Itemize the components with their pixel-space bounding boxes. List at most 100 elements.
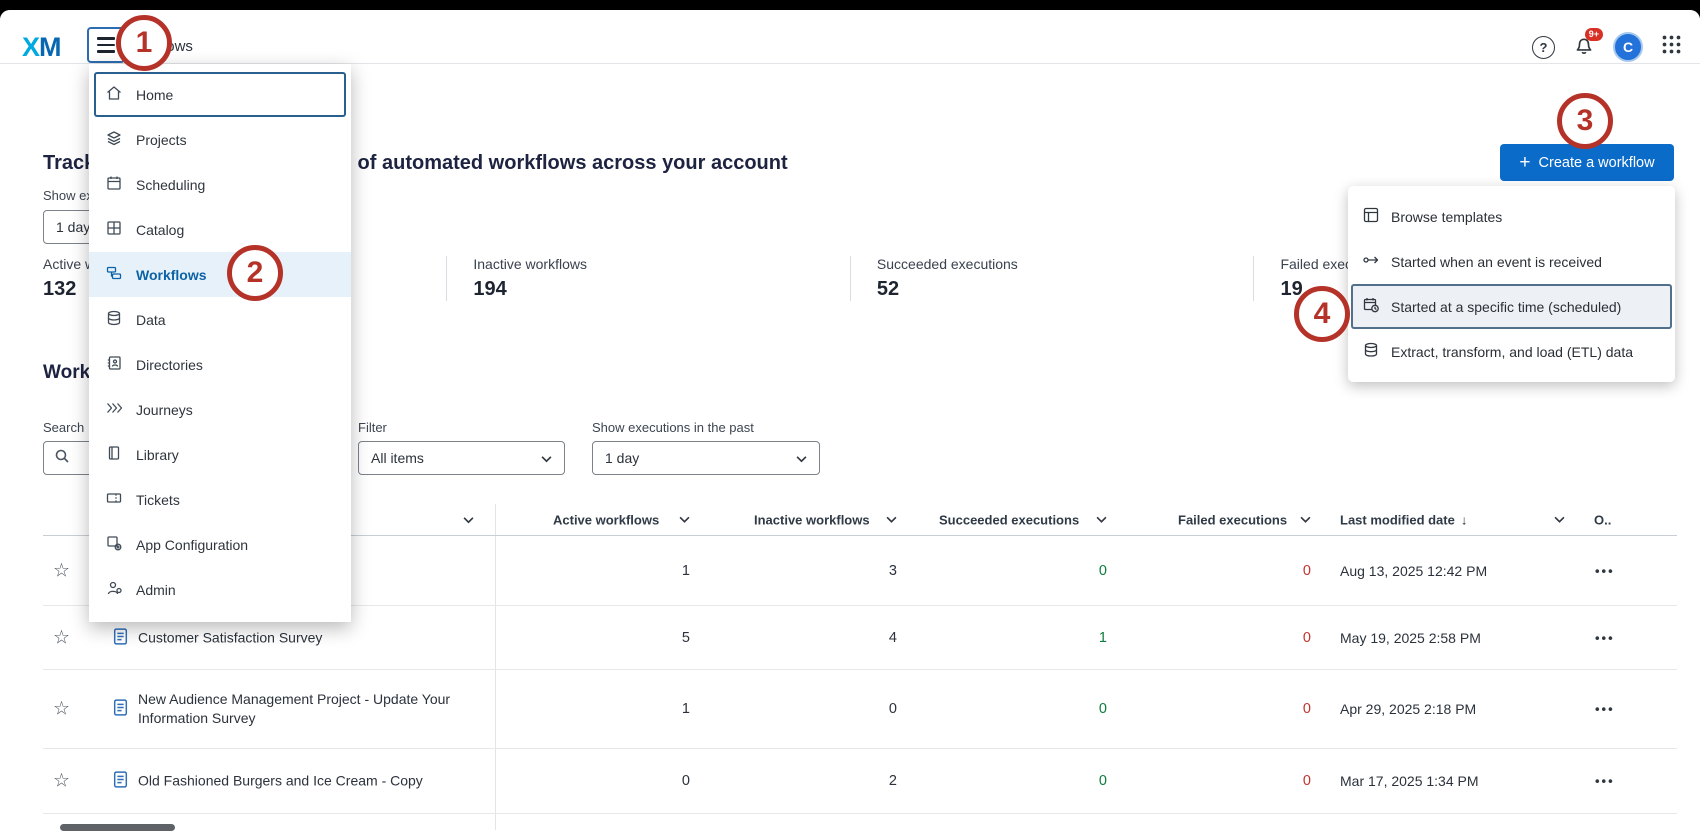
home-icon [105,84,123,105]
create-workflow-menu: Browse templates Started when an event i… [1348,186,1675,382]
failed-count: 0 [1211,630,1311,646]
help-icon[interactable]: ? [1532,36,1555,59]
menu-item-label: Home [136,87,173,103]
menu-item-label: App Configuration [136,537,248,553]
app-config-icon [105,534,123,555]
workflow-name[interactable]: Old Fashioned Burgers and Ice Cream - Co… [138,772,473,791]
table-row[interactable]: ☆ New Audience Management Project - Upda… [43,670,1677,749]
favorite-star-icon[interactable]: ☆ [53,628,70,647]
user-avatar[interactable]: C [1613,32,1643,62]
row-actions-button[interactable]: ••• [1595,563,1615,578]
row-actions-button[interactable]: ••• [1595,774,1615,789]
menu-item-label: Catalog [136,222,184,238]
create-workflow-button[interactable]: + Create a workflow [1500,144,1674,181]
menu-item-home[interactable]: Home [94,72,346,117]
menu-item-catalog[interactable]: Catalog [89,207,351,252]
favorite-star-icon[interactable]: ☆ [53,561,70,580]
favorite-star-icon[interactable]: ☆ [53,700,70,719]
workflow-doc-icon [111,627,130,649]
workflow-name[interactable]: Customer Satisfaction Survey [138,628,473,647]
menu-item-data[interactable]: Data [89,297,351,342]
annotation-circle-2: 2 [227,245,283,301]
workflows-icon [105,264,123,285]
table-executions-period-select[interactable]: 1 day [592,441,820,475]
menu-item-directories[interactable]: Directories [89,342,351,387]
menu-item-label: Directories [136,357,203,373]
failed-count: 0 [1211,773,1311,789]
chevron-down-icon[interactable] [1554,516,1565,524]
annotation-circle-4: 4 [1294,286,1350,342]
row-actions-button[interactable]: ••• [1595,630,1615,645]
menu-item-admin[interactable]: Admin [89,567,351,612]
search-icon [54,448,70,469]
executions-filter-label: Show executions in the past [592,420,754,435]
menu-item-label: Workflows [136,267,207,283]
calendar-icon [105,174,123,195]
chevron-down-icon[interactable] [1300,516,1311,524]
filter-value: All items [371,450,424,466]
last-modified-date: Aug 13, 2025 12:42 PM [1340,563,1487,579]
succeeded-count: 0 [1007,701,1107,717]
column-header-active[interactable]: Active workflows [553,512,690,527]
column-name-menu-chevron[interactable] [463,516,474,524]
table-row[interactable]: ☆ Old Fashioned Burgers and Ice Cream - … [43,749,1677,814]
menu-item-workflows[interactable]: Workflows [89,252,351,297]
executions-period-value: 1 day [56,219,90,235]
inactive-count: 2 [797,773,897,789]
stat-value: 52 [877,278,1254,301]
active-count: 1 [590,563,690,579]
chevron-down-icon[interactable] [886,516,897,524]
active-count: 5 [590,630,690,646]
annotation-circle-1: 1 [116,15,172,71]
menu-item-label: Scheduling [136,177,205,193]
menu-item-journeys[interactable]: Journeys [89,387,351,432]
menu-item-label: Started when an event is received [1391,254,1602,270]
column-header-modified[interactable]: Last modified date↓ [1340,512,1565,527]
xm-logo[interactable]: XM [22,32,61,63]
app-grid-icon[interactable] [1661,34,1682,60]
menu-item-label: Journeys [136,402,193,418]
annotation-circle-3: 3 [1557,93,1613,149]
filter-select[interactable]: All items [358,441,565,475]
menu-item-label: Tickets [136,492,180,508]
horizontal-scrollbar-thumb[interactable] [60,824,175,831]
succeeded-count: 0 [1007,773,1107,789]
favorite-star-icon[interactable]: ☆ [53,772,70,791]
column-header-owner[interactable]: O.. [1594,512,1634,527]
column-header-succeeded[interactable]: Succeeded executions [939,512,1107,527]
journeys-icon [105,399,123,420]
templates-icon [1362,206,1380,227]
notifications-button[interactable]: 9+ [1573,34,1595,61]
menu-item-browse-templates[interactable]: Browse templates [1348,194,1675,239]
last-modified-date: Mar 17, 2025 1:34 PM [1340,773,1479,789]
chevron-down-icon[interactable] [679,516,690,524]
logo-x: X [22,32,39,62]
chevron-down-icon [541,450,552,466]
inactive-count: 0 [797,701,897,717]
stat-value: 194 [473,278,850,301]
menu-item-etl[interactable]: Extract, transform, and load (ETL) data [1348,329,1675,374]
menu-item-event-received[interactable]: Started when an event is received [1348,239,1675,284]
inactive-count: 4 [797,630,897,646]
column-header-failed[interactable]: Failed executions [1178,512,1311,527]
menu-item-scheduling[interactable]: Scheduling [89,162,351,207]
chevron-down-icon[interactable] [1096,516,1107,524]
admin-icon [105,579,123,600]
stat-inactive-workflows: Inactive workflows 194 [446,256,850,301]
logo-m: M [39,32,61,62]
menu-item-scheduled[interactable]: Started at a specific time (scheduled) [1351,284,1672,329]
sort-descending-icon[interactable]: ↓ [1461,512,1468,527]
menu-item-projects[interactable]: Projects [89,117,351,162]
succeeded-count: 0 [1007,563,1107,579]
directories-icon [105,354,123,375]
menu-item-library[interactable]: Library [89,432,351,477]
menu-item-app-configuration[interactable]: App Configuration [89,522,351,567]
workflow-doc-icon [111,770,130,792]
failed-count: 0 [1211,563,1311,579]
executions-value: 1 day [605,450,639,466]
menu-item-tickets[interactable]: Tickets [89,477,351,522]
workflow-name[interactable]: New Audience Management Project - Update… [138,690,473,728]
projects-icon [105,129,123,150]
column-header-inactive[interactable]: Inactive workflows [754,512,897,527]
row-actions-button[interactable]: ••• [1595,702,1615,717]
